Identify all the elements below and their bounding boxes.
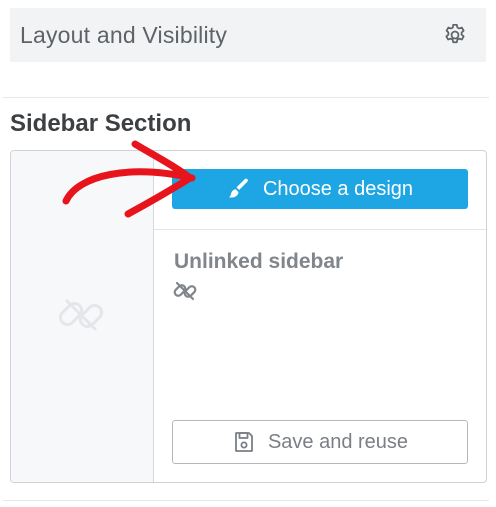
section-title: Sidebar Section [10,110,192,137]
gear-icon[interactable] [442,22,468,48]
save-icon [232,430,256,454]
sidebar-section-box: Choose a design Unlinked sidebar Save an… [10,150,487,483]
panel-header: Layout and Visibility [10,8,486,62]
panel-title: Layout and Visibility [20,21,228,48]
save-and-reuse-label: Save and reuse [267,430,409,453]
brush-icon [227,177,251,201]
unlink-icon [173,281,197,301]
footer-divider [3,500,489,501]
save-and-reuse-button[interactable]: Save and reuse [172,420,468,464]
choose-design-button[interactable]: Choose a design [172,169,468,209]
content-divider [154,229,486,230]
sidebar-preview [11,151,154,482]
choose-design-label: Choose a design [262,177,414,200]
unlink-icon [58,299,104,331]
header-divider [3,97,489,98]
unlinked-status-label: Unlinked sidebar [174,250,344,273]
